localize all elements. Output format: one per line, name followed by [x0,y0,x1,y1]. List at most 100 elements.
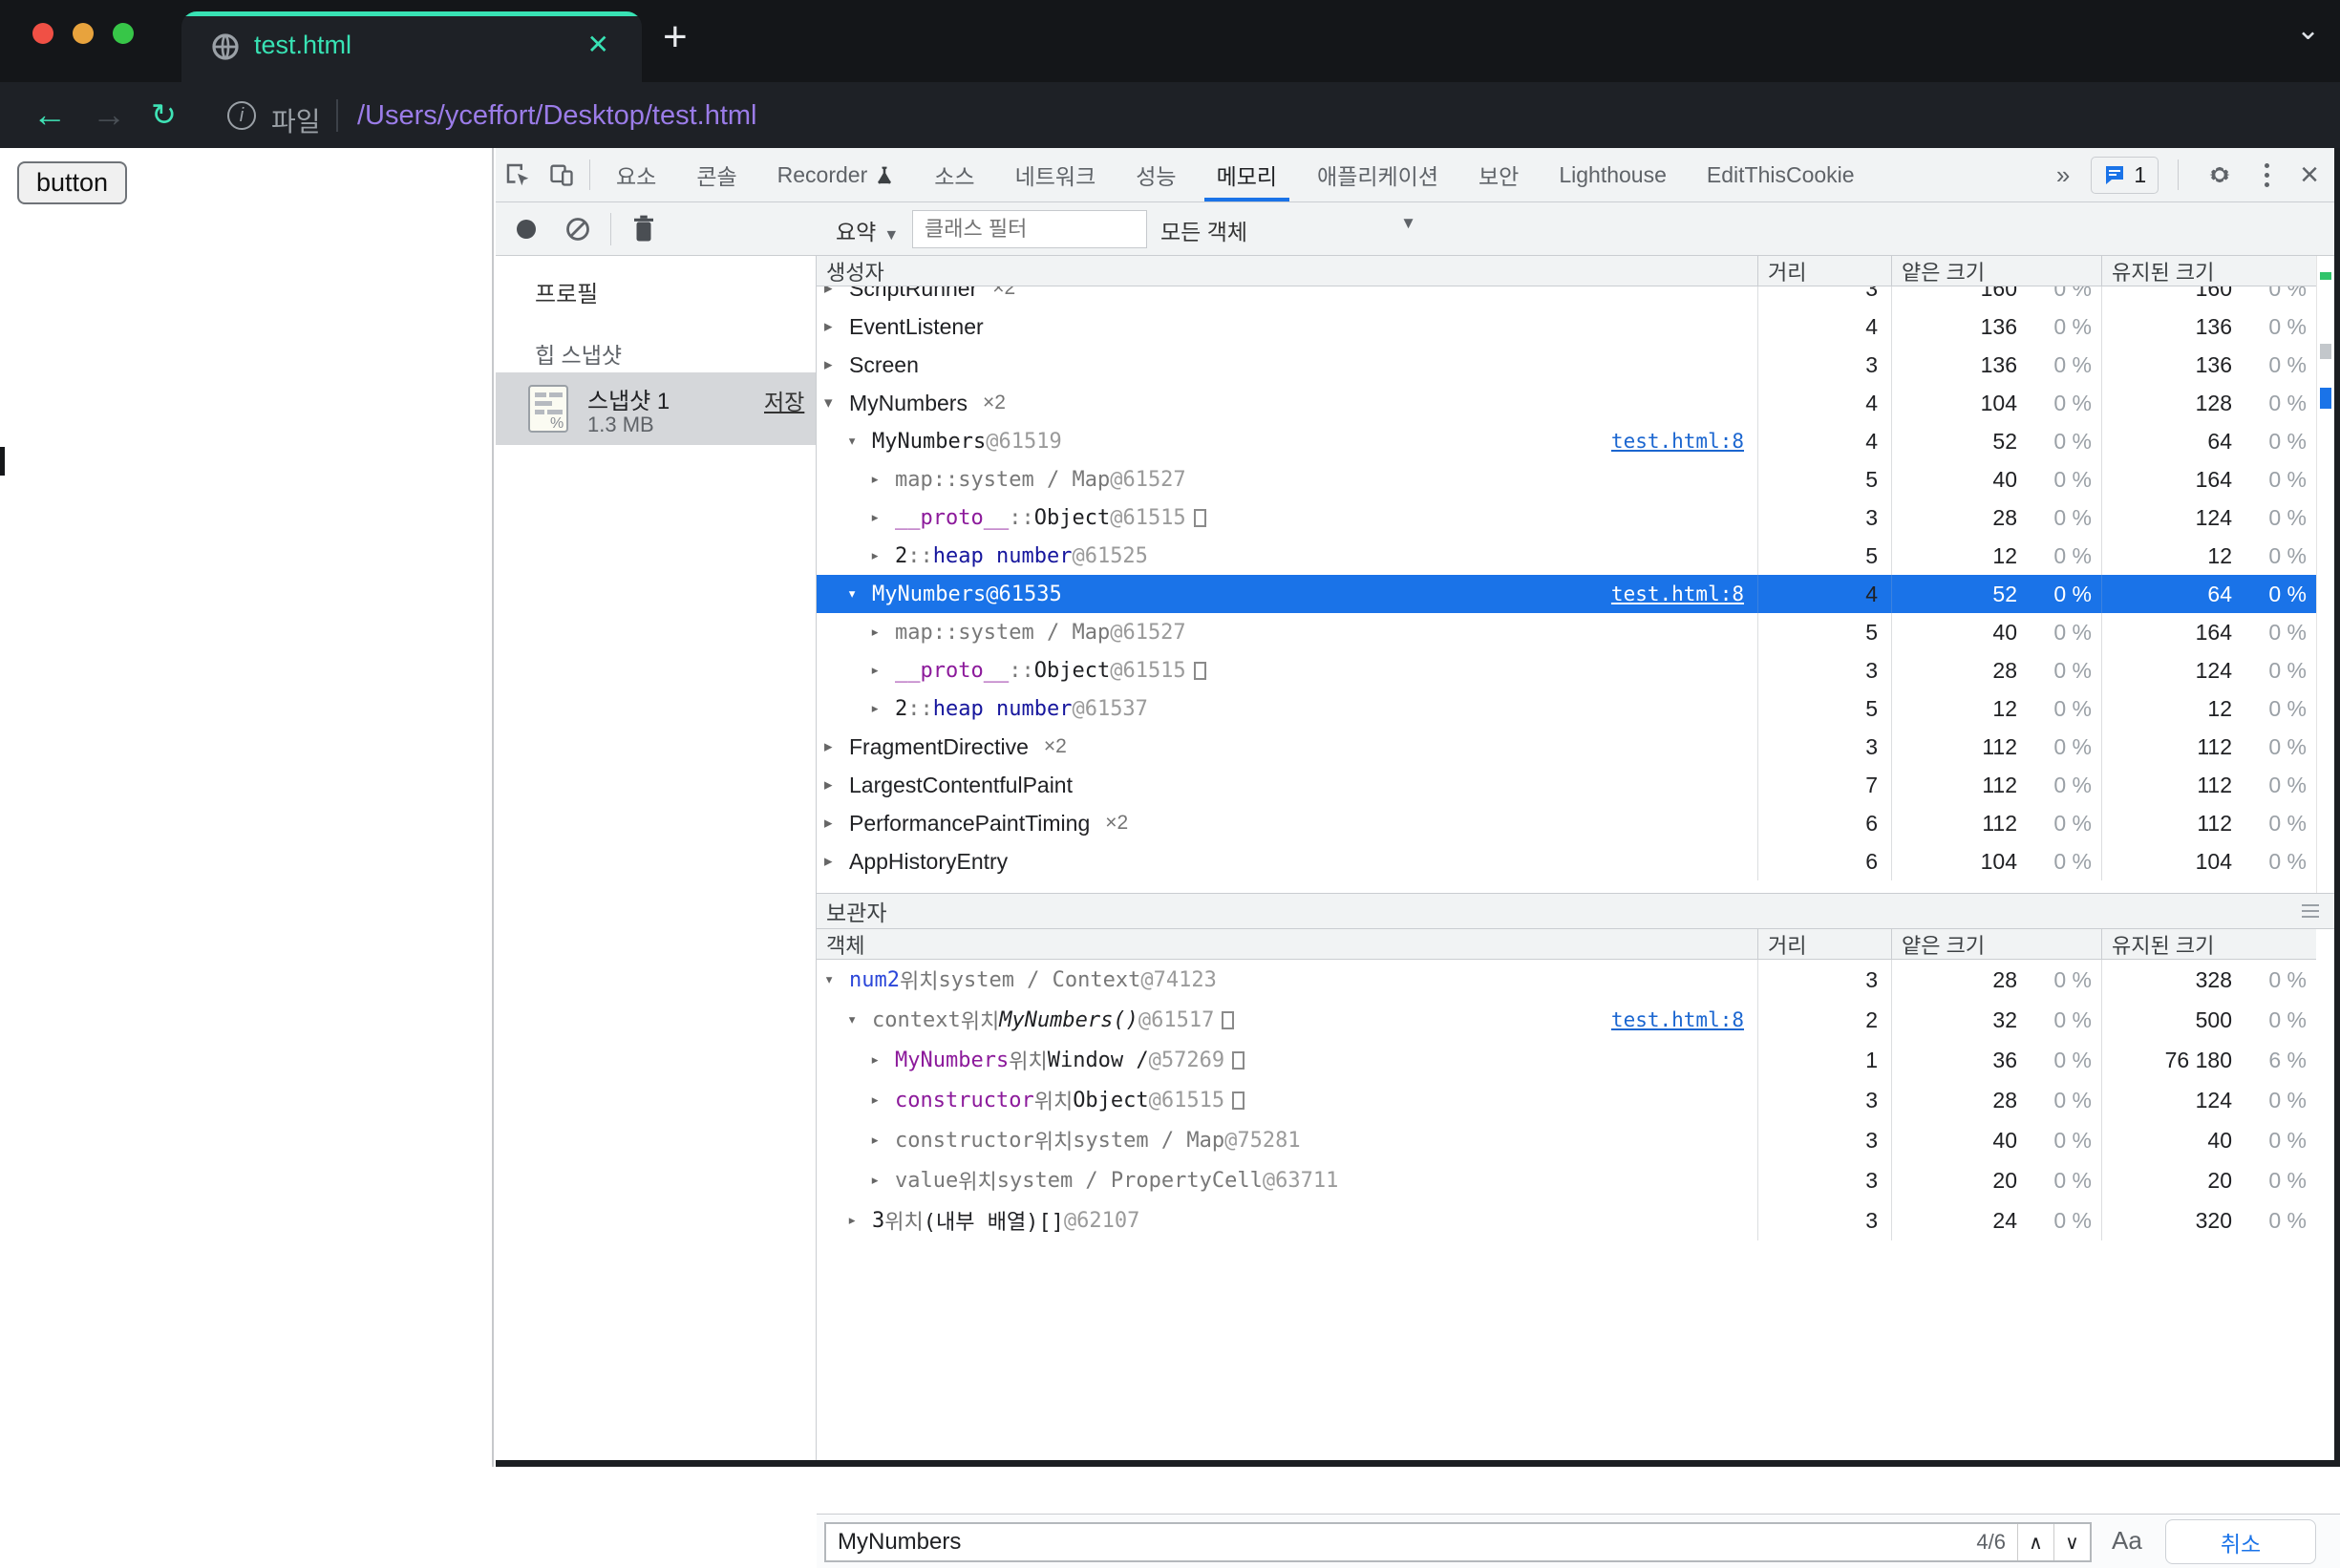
column-header-shallow-size[interactable]: 얕은 크기 [1891,256,2101,286]
disclosure-triangle-icon[interactable]: ▸ [870,623,895,642]
tab-Lighthouse[interactable]: Lighthouse [1539,148,1687,201]
disclosure-triangle-icon[interactable]: ▾ [847,432,872,451]
tab-Recorder[interactable]: Recorder [757,148,915,201]
previous-match-icon[interactable]: ∧ [2017,1524,2053,1560]
retainer-row[interactable]: ▸ MyNumbers 위치 Window / @57269 1 36 0 % 76 18… [817,1040,2316,1080]
column-header-distance[interactable]: 거리 [1757,929,1891,960]
disclosure-triangle-icon[interactable]: ▾ [847,584,872,604]
disclosure-triangle-icon[interactable]: ▸ [824,317,849,336]
window-minimize-button[interactable] [73,23,94,44]
heap-constructor-row[interactable]: ▸ 2 :: heap number @61537 5 12 0 % 12 0 % [817,689,2316,728]
tab-strip-chevron-icon[interactable]: ⌄ [2296,13,2320,47]
disclosure-triangle-icon[interactable]: ▸ [870,661,895,680]
forward-icon[interactable]: → [92,94,126,136]
disclosure-triangle-icon[interactable]: ▸ [824,286,849,298]
disclosure-triangle-icon[interactable]: ▸ [824,737,849,756]
issues-button[interactable]: 1 [2091,156,2159,194]
disclosure-triangle-icon[interactable]: ▸ [824,814,849,833]
record-heap-icon[interactable] [517,220,536,239]
disclosure-triangle-icon[interactable]: ▸ [870,699,895,718]
column-header-retained-size[interactable]: 유지된 크기 [2101,256,2316,286]
tab-메모리[interactable]: 메모리 [1197,148,1297,201]
heap-constructor-row[interactable]: ▾ MyNumbers @61535 test.html:8 4 52 0 % 64 0 % [817,575,2316,613]
heap-constructor-row[interactable]: ▸ map :: system / Map @61527 5 40 0 % 164 0 % [817,613,2316,651]
retainer-row[interactable]: ▸ constructor 위치 system / Map @75281 3 40 0 … [817,1120,2316,1160]
retainer-row[interactable]: ▾ num2 위치 system / Context @74123 3 28 0 % 32… [817,960,2316,1000]
browser-tab[interactable]: test.html ✕ [181,11,642,82]
retainer-row[interactable]: ▸ value 위치 system / PropertyCell @63711 3 2… [817,1160,2316,1200]
source-link[interactable]: test.html:8 [1611,430,1744,453]
tab-성능[interactable]: 성능 [1116,148,1196,201]
tab-close-icon[interactable]: ✕ [587,29,609,60]
disclosure-triangle-icon[interactable]: ▾ [824,970,849,989]
new-tab-button[interactable]: + [663,13,688,61]
disclosure-triangle-icon[interactable]: ▸ [824,852,849,871]
tab-소스[interactable]: 소스 [914,148,994,201]
delete-snapshot-icon[interactable] [631,215,656,244]
settings-gear-icon[interactable] [2198,153,2242,197]
next-match-icon[interactable]: ∨ [2053,1524,2090,1560]
disclosure-triangle-icon[interactable]: ▸ [824,775,849,795]
retainer-row[interactable]: ▸ 3 위치 (내부 배열)[] @62107 3 24 0 % 320 0 % [817,1200,2316,1240]
window-close-button[interactable] [32,23,53,44]
heap-constructor-row[interactable]: ▸ ScriptRunner ×2 3 160 0 % 160 0 % [817,286,2316,307]
heap-constructor-row[interactable]: ▸ LargestContentfulPaint 7 112 0 % 112 0 % [817,766,2316,804]
heap-constructor-row[interactable]: ▸ Screen 3 136 0 % 136 0 % [817,346,2316,384]
column-header-constructor[interactable]: 생성자 [817,256,1757,286]
site-info-icon[interactable]: i [227,101,256,130]
disclosure-triangle-icon[interactable]: ▸ [870,1050,895,1070]
tab-EditThisCookie[interactable]: EditThisCookie [1687,148,1875,201]
disclosure-triangle-icon[interactable]: ▸ [824,355,849,374]
snapshot-item[interactable]: % 스냅샷 1 1.3 MB 저장 [496,372,816,445]
perspective-select[interactable]: 요약 ▼ [836,214,899,246]
heap-constructor-row[interactable]: ▸ PerformancePaintTiming ×2 6 112 0 % 112 0 % [817,804,2316,842]
scrollbar-thumb[interactable] [2320,344,2331,359]
heap-constructor-row[interactable]: ▾ MyNumbers @61519 test.html:8 4 52 0 % 64 0 % [817,422,2316,460]
column-header-object[interactable]: 객체 [817,929,1757,960]
retainers-menu-icon[interactable] [2302,904,2319,918]
heap-constructor-row[interactable]: ▸ EventListener 4 136 0 % 136 0 % [817,307,2316,346]
devtools-more-options-icon[interactable] [2255,162,2279,187]
disclosure-triangle-icon[interactable]: ▸ [847,1211,872,1230]
class-filter-input[interactable] [912,210,1147,248]
search-cancel-button[interactable]: 취소 [2165,1519,2316,1564]
source-link[interactable]: test.html:8 [1611,1008,1744,1031]
tab-보안[interactable]: 보안 [1458,148,1539,201]
close-devtools-icon[interactable]: × [2292,159,2327,191]
disclosure-triangle-icon[interactable]: ▸ [870,546,895,565]
match-case-toggle[interactable]: Aa [2112,1526,2142,1556]
heap-constructor-row[interactable]: ▸ __proto__ :: Object @61515 3 28 0 % 124 0 % [817,498,2316,537]
tab-요소[interactable]: 요소 [596,148,676,201]
tab-네트워크[interactable]: 네트워크 [995,148,1117,201]
source-link[interactable]: test.html:8 [1611,583,1744,605]
heap-constructor-row[interactable]: ▸ AppHistoryEntry 6 104 0 % 104 0 % [817,842,2316,880]
clear-profiles-icon[interactable] [564,216,591,243]
heap-constructor-row[interactable]: ▸ __proto__ :: Object @61515 3 28 0 % 124 0 % [817,651,2316,689]
grid-scrollbar[interactable] [2316,256,2334,893]
heap-constructor-row[interactable]: ▸ FragmentDirective ×2 3 112 0 % 112 0 % [817,728,2316,766]
device-toolbar-icon[interactable] [540,153,584,197]
disclosure-triangle-icon[interactable]: ▸ [870,508,895,527]
heap-constructor-row[interactable]: ▸ map :: system / Map @61527 5 40 0 % 164 0 % [817,460,2316,498]
tab-콘솔[interactable]: 콘솔 [676,148,756,201]
disclosure-triangle-icon[interactable]: ▾ [847,1010,872,1029]
inspect-element-icon[interactable] [496,153,540,197]
reload-icon[interactable]: ↻ [151,94,177,136]
window-zoom-button[interactable] [113,23,134,44]
all-objects-select[interactable]: 모든 객체 ▼ [1160,214,1416,246]
disclosure-triangle-icon[interactable]: ▸ [870,1171,895,1190]
retainer-row[interactable]: ▸ constructor 위치 Object @61515 3 28 0 % 124 0 … [817,1080,2316,1120]
column-header-retained-size[interactable]: 유지된 크기 [2101,929,2316,960]
address-bar-url[interactable]: /Users/yceffort/Desktop/test.html [357,100,757,132]
more-tabs-icon[interactable]: » [2049,160,2077,190]
disclosure-triangle-icon[interactable]: ▸ [870,1091,895,1110]
snapshot-save-link[interactable]: 저장 [764,384,804,416]
column-header-shallow-size[interactable]: 얕은 크기 [1891,929,2101,960]
page-button[interactable]: button [17,161,128,204]
heap-constructor-row[interactable]: ▾ MyNumbers ×2 4 104 0 % 128 0 % [817,384,2316,422]
column-header-distance[interactable]: 거리 [1757,256,1891,286]
search-input[interactable]: MyNumbers 4/6 ∧ ∨ [824,1522,2092,1562]
disclosure-triangle-icon[interactable]: ▸ [870,1131,895,1150]
disclosure-triangle-icon[interactable]: ▸ [870,470,895,489]
retainer-row[interactable]: ▾ context 위치 MyNumbers() @61517 test.html:… [817,1000,2316,1040]
